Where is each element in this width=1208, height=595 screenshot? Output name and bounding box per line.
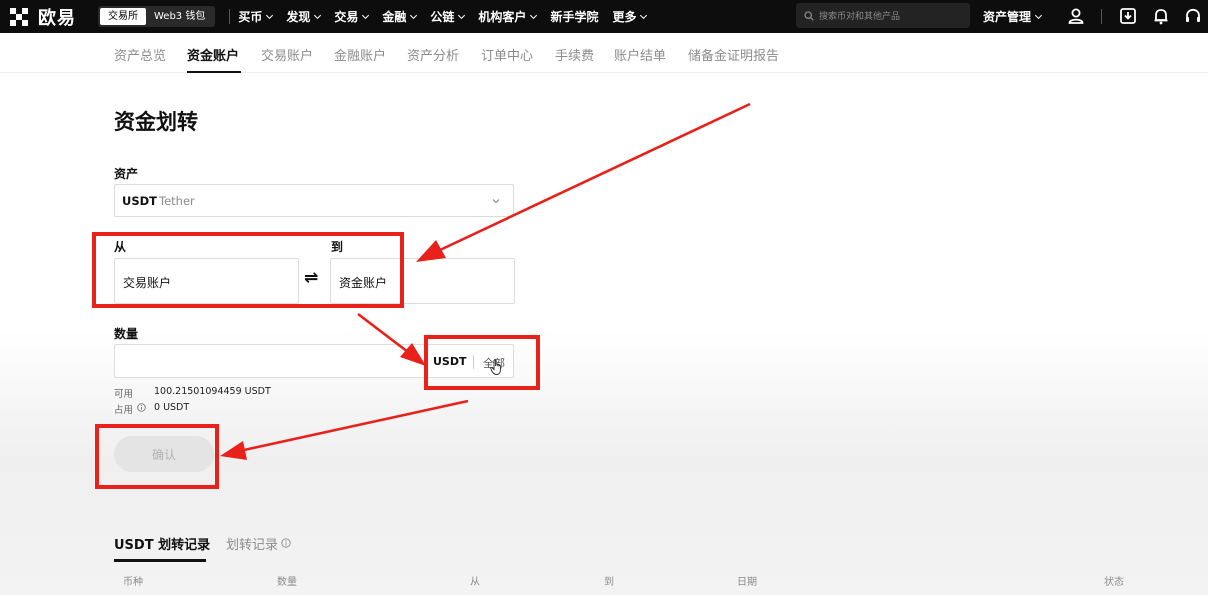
column-header-from: 从	[470, 577, 480, 588]
active-records-tab-underline	[114, 559, 206, 562]
annotation-arrow-to-accounts	[416, 102, 751, 262]
column-header-status: 状态	[1104, 577, 1124, 588]
annotation-arrows	[220, 102, 751, 460]
column-header-coin: 币种	[123, 577, 143, 588]
column-header-amount: 数量	[277, 577, 297, 588]
annotation-arrow-to-confirm	[220, 399, 469, 460]
column-header-date: 日期	[737, 577, 757, 588]
tab-transfer-records[interactable]: 划转记录	[226, 534, 278, 553]
annotation-arrow-to-all	[357, 312, 426, 366]
info-icon[interactable]	[281, 538, 291, 548]
column-header-to: 到	[604, 577, 614, 588]
tab-usdt-transfer-records[interactable]: USDT 划转记录	[114, 534, 210, 553]
